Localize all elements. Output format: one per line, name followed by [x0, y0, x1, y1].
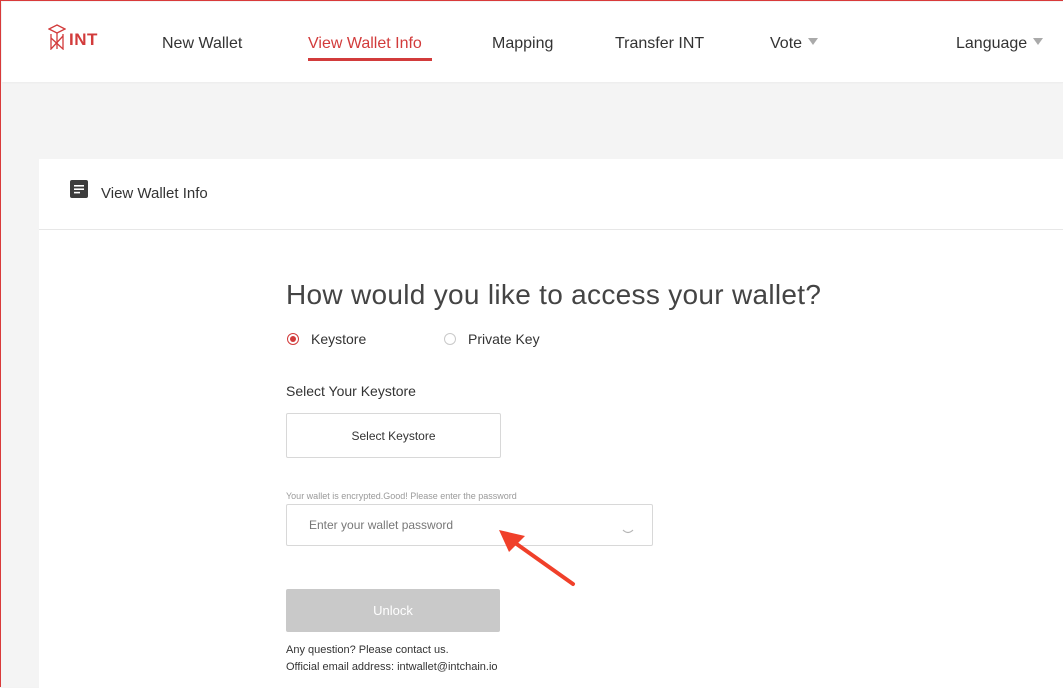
caret-down-icon: [1033, 38, 1044, 46]
unlock-button[interactable]: Unlock: [286, 589, 500, 632]
nav-vote[interactable]: Vote: [770, 35, 819, 53]
wallet-access-card: View Wallet Info How would you like to a…: [39, 159, 1063, 688]
caret-down-icon: [808, 38, 819, 46]
radio-keystore-indicator[interactable]: [287, 333, 299, 345]
app-frame: INT New Wallet View Wallet Info Mapping …: [0, 0, 1063, 688]
radio-keystore[interactable]: Keystore: [287, 331, 366, 347]
language-dropdown[interactable]: Language: [956, 35, 1044, 53]
radio-private-key-label: Private Key: [468, 331, 540, 347]
eye-icon[interactable]: [622, 522, 634, 540]
nav-view-wallet-info[interactable]: View Wallet Info: [308, 35, 422, 53]
int-logo-icon: [47, 24, 67, 55]
password-field: [286, 504, 653, 546]
nav-active-underline: [308, 58, 432, 61]
card-header: View Wallet Info: [39, 159, 1063, 230]
document-icon: [70, 180, 88, 203]
access-heading: How would you like to access your wallet…: [286, 279, 822, 310]
nav-mapping[interactable]: Mapping: [492, 35, 553, 53]
radio-private-key[interactable]: Private Key: [444, 331, 540, 347]
keystore-section-label: Select Your Keystore: [286, 383, 416, 399]
contact-email[interactable]: Official email address: intwallet@intcha…: [286, 661, 498, 673]
radio-private-key-indicator[interactable]: [444, 333, 456, 345]
card-title: View Wallet Info: [101, 185, 208, 202]
select-keystore-button[interactable]: Select Keystore: [286, 413, 501, 458]
nav-transfer-int[interactable]: Transfer INT: [615, 35, 704, 53]
nav-new-wallet[interactable]: New Wallet: [162, 35, 242, 53]
top-nav-bar: INT New Wallet View Wallet Info Mapping …: [2, 2, 1063, 82]
radio-keystore-label: Keystore: [311, 331, 367, 347]
contact-line-1: Any question? Please contact us.: [286, 644, 449, 656]
password-hint: Your wallet is encrypted.Good! Please en…: [286, 491, 517, 501]
logo[interactable]: INT: [47, 24, 98, 55]
nav-vote-label: Vote: [770, 35, 803, 52]
annotation-arrow-icon: [489, 524, 579, 594]
logo-text: INT: [69, 29, 98, 49]
language-label: Language: [956, 35, 1028, 52]
